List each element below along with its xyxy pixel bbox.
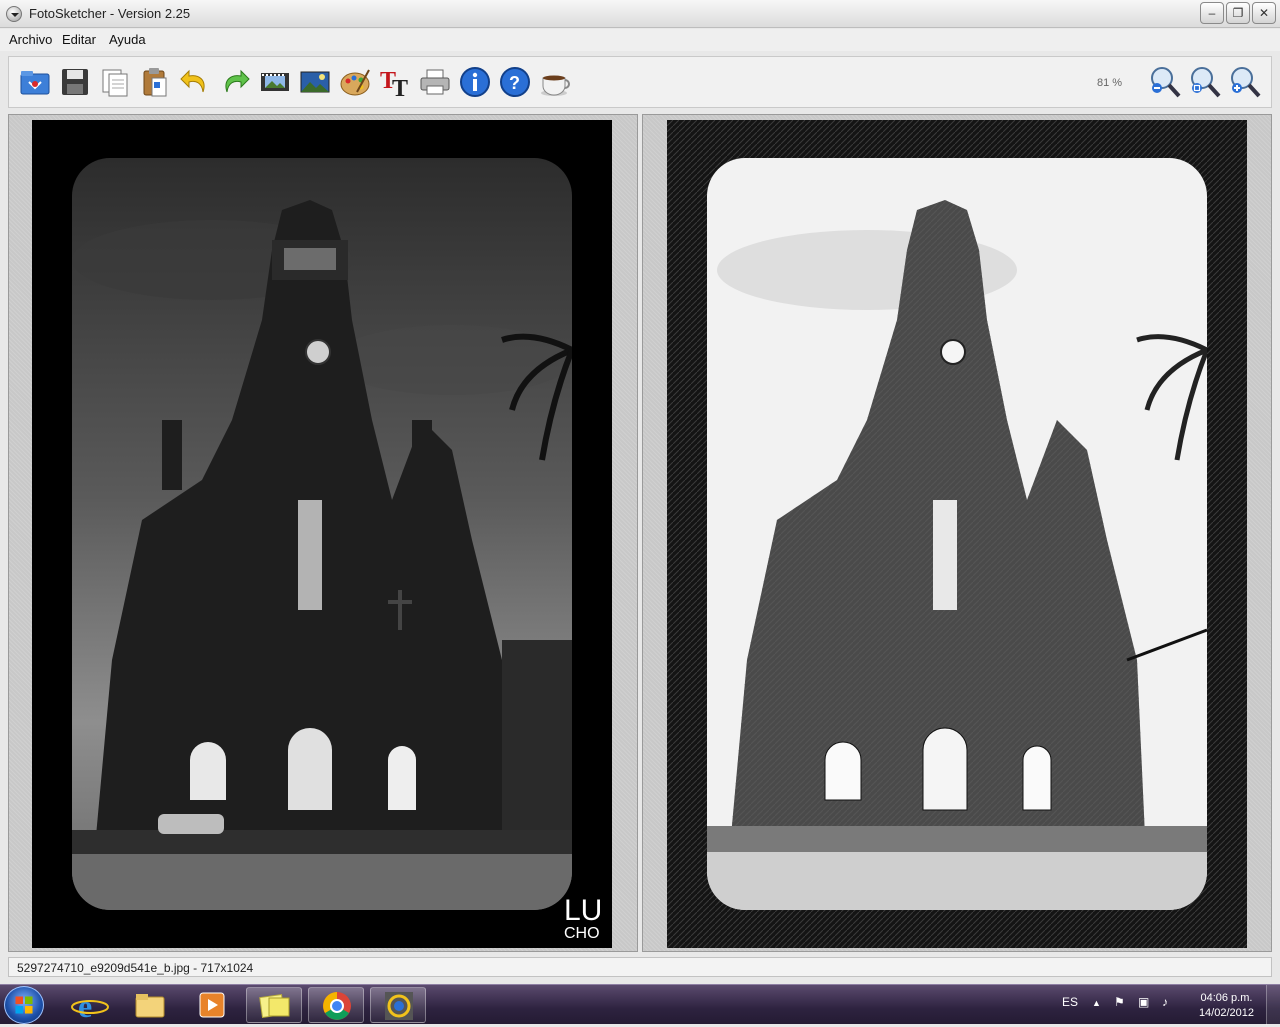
text-icon[interactable]: TT [377, 64, 413, 102]
window-title: FotoSketcher - Version 2.25 [29, 6, 191, 21]
zoom-fit-icon[interactable] [1187, 64, 1223, 100]
close-button[interactable]: ✕ [1252, 2, 1276, 24]
volume-icon[interactable]: ♪ [1162, 995, 1168, 1009]
copy-icon[interactable] [97, 64, 133, 100]
sticky-notes-icon[interactable] [246, 987, 302, 1023]
menu-editar[interactable]: Editar [62, 32, 96, 47]
window-controls: – ❐ ✕ [1198, 2, 1276, 24]
paste-icon[interactable] [137, 64, 173, 100]
action-center-flag-icon[interactable]: ⚑ [1114, 995, 1125, 1009]
toolbar: TT ? 81 % [8, 56, 1272, 108]
start-button[interactable] [4, 986, 44, 1024]
sketch-photo [667, 120, 1247, 948]
svg-text:?: ? [509, 73, 520, 93]
network-icon[interactable]: ▣ [1138, 995, 1149, 1009]
clock-date: 14/02/2012 [1198, 1007, 1254, 1019]
zoom-out-icon[interactable] [1147, 64, 1183, 100]
title-bar: FotoSketcher - Version 2.25 – ❐ ✕ [0, 0, 1280, 28]
clock-time: 04:06 p.m. [1200, 992, 1253, 1004]
original-image-panel[interactable]: LU CHO [8, 114, 638, 952]
undo-icon[interactable] [177, 64, 213, 100]
zoom-level: 81 % [1097, 77, 1123, 89]
palette-icon[interactable] [337, 64, 373, 100]
media-player-icon[interactable] [184, 987, 240, 1023]
minimize-button[interactable]: – [1200, 2, 1224, 24]
fotosketcher-taskbar-icon[interactable] [370, 987, 426, 1023]
coffee-icon[interactable] [537, 64, 573, 100]
menu-bar: Archivo Editar Ayuda [0, 29, 1280, 51]
restore-button[interactable]: ❐ [1226, 2, 1250, 24]
zoom-in-icon[interactable] [1227, 64, 1263, 100]
language-indicator[interactable]: ES [1062, 995, 1078, 1009]
help-icon[interactable]: ? [497, 64, 533, 100]
original-photo: LU CHO [32, 120, 612, 948]
show-desktop-button[interactable] [1266, 985, 1280, 1025]
show-hidden-icons-icon[interactable]: ▲ [1092, 998, 1101, 1008]
save-icon[interactable] [57, 64, 93, 100]
menu-ayuda[interactable]: Ayuda [109, 32, 146, 47]
watermark-lu: LU [564, 894, 602, 927]
watermark-cho: CHO [564, 925, 600, 942]
clock[interactable]: 04:06 p.m. 14/02/2012 [1199, 991, 1254, 1021]
landscape-icon[interactable] [297, 64, 333, 100]
sketch-image-panel[interactable] [642, 114, 1272, 952]
system-menu-icon[interactable] [6, 6, 22, 22]
internet-explorer-icon[interactable]: e [62, 987, 118, 1024]
file-explorer-icon[interactable] [122, 987, 178, 1023]
chrome-icon[interactable] [308, 987, 364, 1023]
file-info: 5297274710_e9209d541e_b.jpg - 717x1024 [17, 961, 254, 975]
taskbar: e ES ▲ ⚑ ▣ ♪ 04:06 p.m. 14/02/2012 [0, 984, 1280, 1025]
svg-text:T: T [392, 76, 408, 100]
svg-text:e: e [78, 988, 92, 1023]
open-icon[interactable] [17, 64, 53, 100]
print-icon[interactable] [417, 64, 453, 100]
info-icon[interactable] [457, 64, 493, 100]
menu-archivo[interactable]: Archivo [9, 32, 52, 47]
status-bar: 5297274710_e9209d541e_b.jpg - 717x1024 [8, 957, 1272, 977]
filmstrip-icon[interactable] [257, 64, 293, 100]
redo-icon[interactable] [217, 64, 253, 100]
